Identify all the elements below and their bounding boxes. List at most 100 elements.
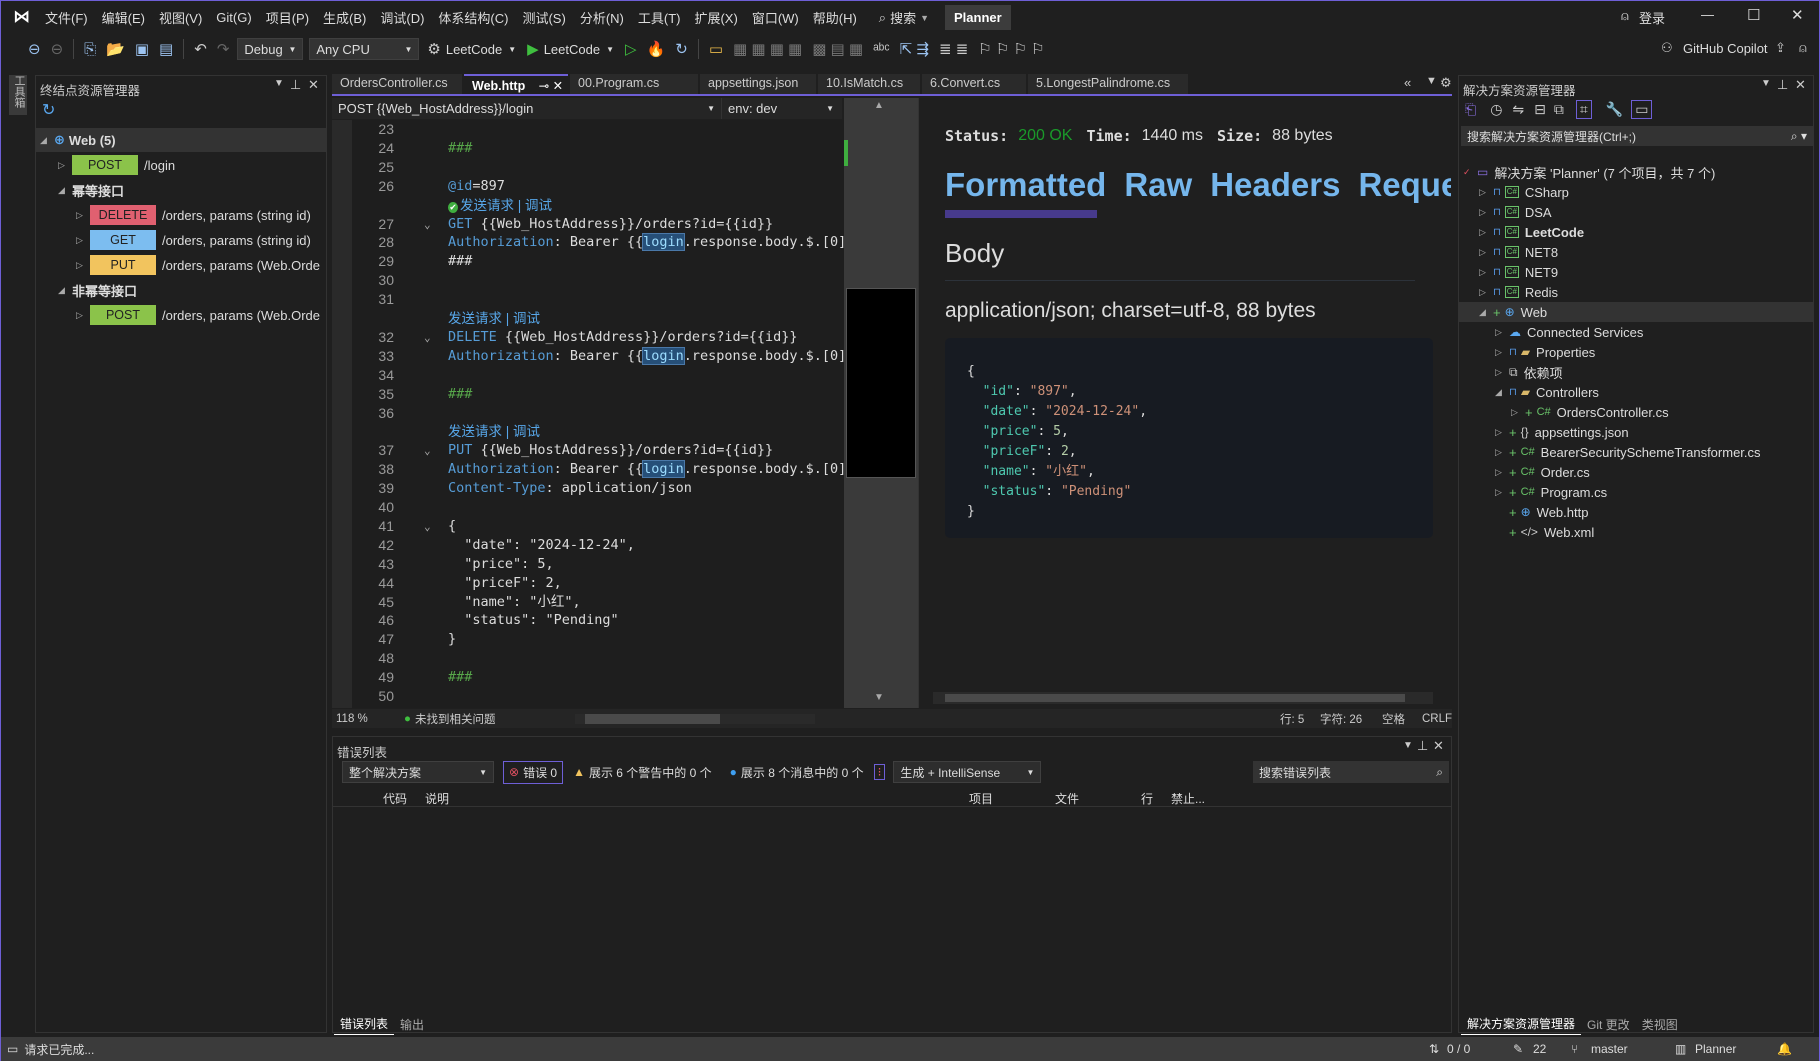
endpoint-group[interactable]: ◢ 幂等接口 xyxy=(36,178,326,202)
response-tab-reques[interactable]: Reques xyxy=(1358,166,1451,204)
sql-icon[interactable]: ▩ ▤ ▦ xyxy=(812,40,863,58)
close-icon[interactable]: ✕ xyxy=(1795,77,1806,93)
login-button[interactable]: 登录 xyxy=(1639,8,1665,27)
search-icon[interactable]: ⌕ xyxy=(879,10,886,26)
chevron-down-icon[interactable]: ▼ xyxy=(508,45,516,54)
expand-icon[interactable]: ▷ xyxy=(1495,467,1509,478)
open-icon[interactable]: 📂 xyxy=(106,40,125,58)
environment-select[interactable]: env: dev ▼ xyxy=(722,101,840,116)
settings-gear-icon[interactable]: ⚙ xyxy=(1440,75,1452,91)
column-header[interactable]: 行 xyxy=(1141,790,1153,807)
start-icon[interactable]: ▶ xyxy=(527,40,539,58)
column-header[interactable]: 文件 xyxy=(1055,790,1079,807)
minimize-button[interactable]: — xyxy=(1701,7,1714,22)
feedback-icon[interactable]: ⍝ xyxy=(1799,40,1807,56)
login-icon[interactable]: ⍝ xyxy=(1621,8,1629,24)
error-search-input[interactable]: 搜索错误列表 ⌕ xyxy=(1253,761,1449,783)
endpoint-item[interactable]: ▷ DELETE/orders, params (string id) xyxy=(36,203,326,227)
solution-tree-item[interactable]: ▷ ⧉ 依赖项 xyxy=(1459,362,1813,382)
close-icon[interactable]: ✕ xyxy=(1433,738,1444,754)
expand-icon[interactable]: ▷ xyxy=(1495,367,1509,378)
switch-views-icon[interactable]: ⎗ xyxy=(1465,101,1476,118)
column-header[interactable]: 项目 xyxy=(969,790,993,807)
menu-item[interactable]: 窗口(W) xyxy=(752,8,799,27)
menu-item[interactable]: 测试(S) xyxy=(522,8,565,27)
save-all-icon[interactable]: ▤ xyxy=(159,40,173,58)
solution-tree-item[interactable]: ▷ ⊓ ▰ Properties xyxy=(1459,342,1813,362)
expand-icon[interactable]: ▷ xyxy=(1495,487,1509,498)
codelens[interactable]: 发送请求 | 调试 xyxy=(448,422,540,442)
menu-item[interactable]: 项目(P) xyxy=(266,8,309,27)
solution-tree-item[interactable]: ▷ +{} appsettings.json xyxy=(1459,422,1813,442)
expand-icon[interactable]: ◢ xyxy=(58,285,72,296)
changes-count[interactable]: 22 xyxy=(1533,1042,1546,1056)
tab-5-longestpalindrome-cs[interactable]: 5.LongestPalindrome.cs xyxy=(1028,74,1188,94)
expand-icon[interactable]: ▷ xyxy=(76,210,90,221)
tab-6-convert-cs[interactable]: 6.Convert.cs xyxy=(922,74,1026,94)
expand-icon[interactable]: ◢ xyxy=(40,135,54,146)
pin-icon[interactable]: ⊥ xyxy=(1417,738,1428,754)
expand-icon[interactable]: ◢ xyxy=(1495,387,1509,398)
solution-tree-item[interactable]: ▷ ⊓ C# NET9 xyxy=(1459,262,1813,282)
pin-icon[interactable]: ⊥ xyxy=(1777,77,1788,93)
hot-reload-icon[interactable]: 🔥 xyxy=(647,40,666,58)
expand-icon[interactable]: ▷ xyxy=(76,310,90,321)
copilot-icon[interactable]: ⚇ xyxy=(1661,40,1673,56)
expand-icon[interactable]: ▷ xyxy=(1495,427,1509,438)
errors-filter[interactable]: ⊗ 错误 0 xyxy=(503,760,564,784)
properties-wrench-icon[interactable]: 🔧 xyxy=(1606,101,1623,118)
endpoint-root[interactable]: ◢ ⊕ Web (5) xyxy=(36,128,326,152)
solution-tree-item[interactable]: + ⊕ Web.http xyxy=(1459,502,1813,522)
navigate-icon[interactable]: ⇱ ⇶ xyxy=(900,40,929,58)
codelens[interactable]: ✔ 发送请求 | 调试 xyxy=(448,196,552,217)
menu-item[interactable]: 文件(F) xyxy=(45,8,88,27)
refresh-icon[interactable]: ↻ xyxy=(42,100,55,120)
solution-tree-item[interactable]: ▷ ⊓ C# LeetCode xyxy=(1459,222,1813,242)
endpoint-item[interactable]: ▷ PUT/orders, params (Web.Orde xyxy=(36,253,326,277)
pin-icon[interactable]: ⊸ xyxy=(535,79,552,93)
menu-item[interactable]: 生成(B) xyxy=(323,8,366,27)
menu-item[interactable]: 调试(D) xyxy=(380,8,424,27)
menu-item[interactable]: 视图(V) xyxy=(159,8,202,27)
expand-icon[interactable]: ▷ xyxy=(1495,327,1509,338)
expand-icon[interactable]: ▷ xyxy=(1479,227,1493,238)
branch-name[interactable]: master xyxy=(1591,1042,1628,1056)
expand-icon[interactable]: ▷ xyxy=(76,235,90,246)
tree-view-icon[interactable]: ⌗ xyxy=(1575,100,1592,119)
messages-filter[interactable]: 展示 8 个消息中的 0 个 xyxy=(741,764,864,781)
endpoint-item[interactable]: ▷ POST/orders, params (Web.Orde xyxy=(36,303,326,327)
indent-icon[interactable]: ≣ ≣ xyxy=(939,40,968,58)
expand-icon[interactable]: ▷ xyxy=(58,160,72,171)
tab-orderscontroller-cs[interactable]: OrdersController.cs xyxy=(332,74,462,94)
solution-tree-item[interactable]: ▷ ⊓ C# NET8 xyxy=(1459,242,1813,262)
solution-search-input[interactable]: 搜索解决方案资源管理器(Ctrl+;) ⌕ ▾ xyxy=(1461,126,1813,146)
dropdown-icon[interactable]: ▼ xyxy=(274,78,284,89)
right-bottom-tab[interactable]: 类视图 xyxy=(1636,1014,1684,1035)
close-icon[interactable]: ✕ xyxy=(308,77,319,93)
scroll-tabs-icon[interactable]: « xyxy=(1404,75,1411,90)
tab-00-program-cs[interactable]: 00.Program.cs xyxy=(570,74,698,94)
menu-item[interactable]: 体系结构(C) xyxy=(438,8,508,27)
line-ending[interactable]: CRLF xyxy=(1422,713,1452,725)
scrollbar-thumb[interactable] xyxy=(585,713,721,724)
pin-icon[interactable]: ⊥ xyxy=(290,77,301,93)
repo-name[interactable]: Planner xyxy=(1695,1042,1736,1056)
expand-icon[interactable]: ◢ xyxy=(58,185,72,196)
codelens[interactable]: 发送请求 | 调试 xyxy=(448,309,540,329)
layout-icon[interactable]: ▦ ▦ ▦ ▦ xyxy=(733,40,802,58)
solution-tree-item[interactable]: ▷ + C# Order.cs xyxy=(1459,462,1813,482)
column-header[interactable]: 代码 xyxy=(383,790,407,807)
dropdown-icon[interactable]: ▼ xyxy=(1761,78,1771,89)
minimap-scrollbar[interactable]: ▲ ▼ xyxy=(844,98,918,708)
tab-10-ismatch-cs[interactable]: 10.IsMatch.cs xyxy=(818,74,920,94)
menu-item[interactable]: 扩展(X) xyxy=(694,8,737,27)
menu-item[interactable]: 工具(T) xyxy=(638,8,681,27)
expand-icon[interactable]: ◢ xyxy=(1479,307,1493,318)
maximize-button[interactable]: ☐ xyxy=(1747,6,1760,24)
zoom-level[interactable]: 118 % xyxy=(336,713,384,725)
solution-tree-item[interactable]: ▷ + C# BearerSecuritySchemeTransformer.cs xyxy=(1459,442,1813,462)
menu-item[interactable]: 分析(N) xyxy=(580,8,624,27)
solution-tree-item[interactable]: ▷ ⊓ C# Redis xyxy=(1459,282,1813,302)
solution-tree-item[interactable]: ▷ + C# OrdersController.cs xyxy=(1459,402,1813,422)
fold-chevron-icon[interactable]: ⌄ xyxy=(424,441,431,460)
